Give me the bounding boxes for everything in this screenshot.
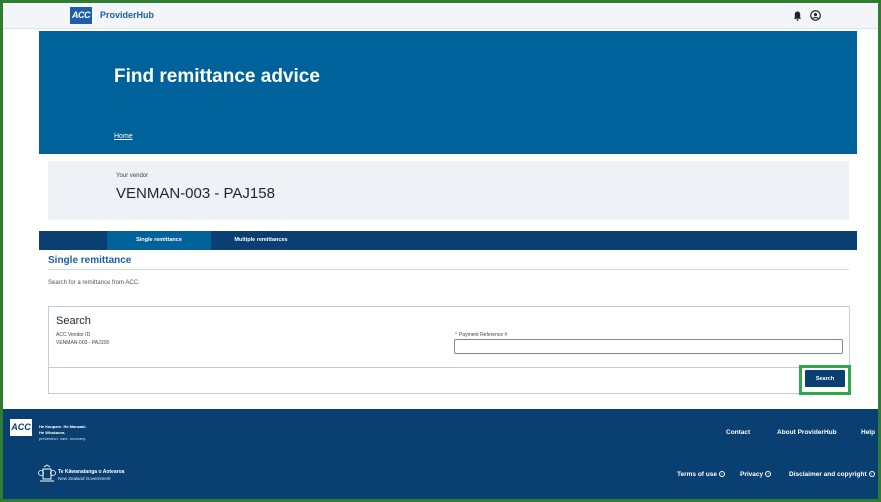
footer-link-privacy-label: Privacy [740,471,764,478]
footer-link-contact[interactable]: Contact [726,429,750,436]
footer-tagline-2: He Whakaora. [39,430,66,435]
payment-reference-label-text: Payment Reference # [458,332,508,338]
vendor-id-label: ACC Vendor ID [56,332,91,338]
footer-tagline-1: He Kaupare. He Manaaki. [39,424,87,429]
site-footer: ACC He Kaupare. He Manaaki. He Whakaora.… [3,409,878,499]
bell-icon[interactable] [793,11,802,21]
tab-single-remittance[interactable]: Single remittance [107,231,211,250]
footer-acc-logo[interactable]: ACC [10,419,32,436]
acc-logo[interactable]: ACC [70,7,92,24]
top-navigation-bar: ACC ProviderHub [3,3,878,29]
panel-divider [49,367,849,368]
footer-link-terms-label: Terms of use [677,471,717,478]
footer-link-disclaimer[interactable]: Disclaimer and copyright › [789,471,875,478]
external-link-icon: › [718,471,725,478]
payment-reference-label: * Payment Reference # [455,332,507,338]
user-circle-icon[interactable] [810,10,821,21]
page-hero: Find remittance advice Home [39,31,857,154]
section-description: Search for a remittance from ACC. [48,280,140,286]
footer-link-privacy[interactable]: Privacy › [740,471,772,478]
footer-link-disclaimer-label: Disclaimer and copyright [789,471,867,478]
vendor-card: Your vendor VENMAN-003 - PAJ158 [48,161,849,220]
external-link-icon: › [765,471,772,478]
nz-government-crest-icon[interactable] [37,464,57,484]
footer-link-terms[interactable]: Terms of use › [677,471,725,478]
external-link-icon: › [868,471,875,478]
tab-multiple-remittances[interactable]: Multiple remittances [211,231,311,250]
required-marker: * [455,332,457,338]
vendor-id-value: VENMAN-003 - PAJ158 [56,340,109,346]
footer-tagline-3: prevention. care. recovery. [39,436,87,441]
vendor-label: Your vendor [116,173,149,179]
tab-bar: Single remittance Multiple remittances [39,231,857,250]
section-divider [48,269,849,270]
govt-name-english: New Zealand Government [58,476,111,481]
search-button[interactable]: Search [805,370,845,387]
footer-link-help[interactable]: Help [861,429,875,436]
breadcrumb-home[interactable]: Home [114,133,133,140]
search-panel-title: Search [56,315,91,327]
app-brand[interactable]: ProviderHub [100,10,154,20]
section-title: Single remittance [48,255,132,266]
payment-reference-input[interactable] [454,339,843,354]
search-panel: Search ACC Vendor ID VENMAN-003 - PAJ158… [48,306,851,395]
govt-name-maori: Te Kāwanatanga o Aotearoa [58,469,125,475]
footer-link-about[interactable]: About ProviderHub [777,429,837,436]
vendor-value: VENMAN-003 - PAJ158 [116,185,275,202]
page-title: Find remittance advice [114,66,320,87]
